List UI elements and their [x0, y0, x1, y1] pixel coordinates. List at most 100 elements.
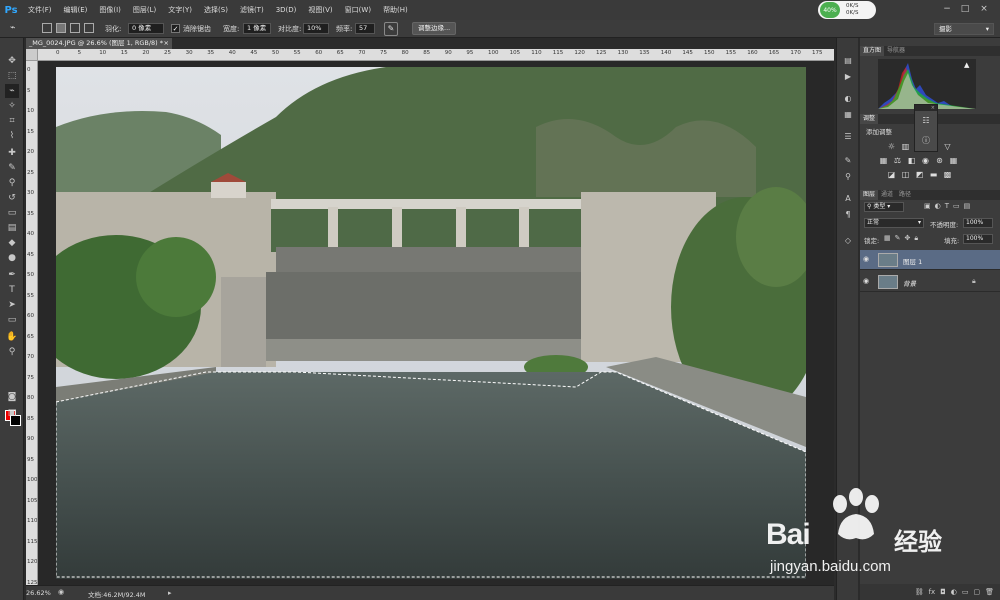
tab-layers[interactable]: 图层: [860, 190, 879, 200]
menu-type[interactable]: 文字(Y): [162, 0, 198, 20]
layer-style-icon[interactable]: fx: [929, 588, 936, 596]
blend-mode-select[interactable]: 正常 ▾: [864, 218, 924, 228]
new-layer-icon[interactable]: ▢: [973, 588, 980, 596]
zoom-tool-icon[interactable]: ⚲: [5, 345, 19, 359]
lock-transparency-icon[interactable]: ▦: [884, 234, 891, 243]
intersect-selection-icon[interactable]: [84, 23, 94, 33]
feather-input[interactable]: 0 像素: [128, 23, 164, 34]
menu-file[interactable]: 文件(F): [22, 0, 58, 20]
shape-filter-icon[interactable]: ▭: [953, 202, 960, 210]
new-selection-icon[interactable]: [42, 23, 52, 33]
canvas-area[interactable]: [38, 61, 834, 585]
add-mask-icon[interactable]: ◘: [940, 588, 946, 596]
eye-icon[interactable]: ◉: [863, 277, 869, 285]
ruler-origin[interactable]: [26, 49, 38, 61]
brush-panel-icon[interactable]: ✎: [841, 154, 855, 168]
actions-panel-icon[interactable]: ▶: [841, 70, 855, 84]
screen-mode-icon[interactable]: ▣: [5, 406, 19, 420]
lasso-tool-icon[interactable]: ⌁: [5, 84, 19, 98]
width-input[interactable]: 1 像素: [243, 23, 271, 34]
status-arrow-icon[interactable]: ▸: [168, 589, 172, 597]
selective-color-icon[interactable]: ▩: [942, 170, 953, 180]
hand-tool-icon[interactable]: ✋: [5, 330, 19, 344]
channel-mixer-icon[interactable]: ⊛: [934, 156, 945, 166]
kind-filter-select[interactable]: ⚲ 类型 ▾: [864, 202, 904, 212]
paragraph-panel-icon[interactable]: ¶: [841, 208, 855, 222]
delete-layer-icon[interactable]: 🗑︎: [985, 588, 994, 596]
color-panel-icon[interactable]: ◐: [841, 92, 855, 106]
shape-tool-icon[interactable]: ▭: [5, 313, 19, 327]
eraser-tool-icon[interactable]: ▭: [5, 206, 19, 220]
lock-pixels-icon[interactable]: ✎: [895, 234, 901, 243]
color-balance-icon[interactable]: ⚖: [892, 156, 903, 166]
tab-adjustments[interactable]: 调整: [860, 114, 879, 124]
threshold-icon[interactable]: ◩: [914, 170, 925, 180]
properties-icon[interactable]: ☷: [915, 111, 937, 131]
clone-source-icon[interactable]: ⚲: [841, 170, 855, 184]
minimize-icon[interactable]: −: [940, 2, 954, 16]
new-group-icon[interactable]: ▭: [962, 588, 969, 596]
type-tool-icon[interactable]: T: [5, 283, 19, 297]
path-select-tool-icon[interactable]: ➤: [5, 298, 19, 312]
info-icon[interactable]: ⓘ: [915, 131, 937, 151]
status-menu-icon[interactable]: ◉: [58, 588, 64, 596]
tab-paths[interactable]: 路径: [896, 190, 914, 200]
maximize-icon[interactable]: □: [958, 2, 972, 16]
layer-row-layer1[interactable]: ◉ 图层 1: [860, 250, 1000, 270]
adjustment-filter-icon[interactable]: ◐: [935, 202, 941, 210]
levels-icon[interactable]: ▥: [900, 142, 911, 152]
brightness-icon[interactable]: ☼: [886, 142, 897, 152]
tab-channels[interactable]: 通道: [878, 190, 896, 200]
vibrance-icon[interactable]: ▽: [942, 142, 953, 152]
dodge-tool-icon[interactable]: ●: [5, 251, 19, 265]
tab-histogram[interactable]: 直方图: [860, 46, 885, 56]
quick-mask-icon[interactable]: ◙: [5, 390, 19, 404]
menu-view[interactable]: 视图(V): [302, 0, 338, 20]
close-icon[interactable]: ×: [977, 2, 991, 16]
invert-icon[interactable]: ◪: [886, 170, 897, 180]
workspace-select[interactable]: 摄影 ▾: [934, 23, 994, 35]
photo-filter-icon[interactable]: ◉: [920, 156, 931, 166]
gradient-tool-icon[interactable]: ▤: [5, 221, 19, 235]
menu-image[interactable]: 图像(I): [93, 0, 127, 20]
blur-tool-icon[interactable]: ◆: [5, 236, 19, 250]
lock-all-icon[interactable]: 🔒︎: [914, 234, 918, 243]
close-tab-icon[interactable]: ×: [164, 38, 169, 49]
marquee-tool-icon[interactable]: ⬚: [5, 69, 19, 83]
swatches-panel-icon[interactable]: ▦: [841, 108, 855, 122]
frequency-input[interactable]: 57: [355, 23, 375, 34]
eyedropper-tool-icon[interactable]: ⌇: [5, 129, 19, 143]
lock-position-icon[interactable]: ✥: [905, 234, 911, 243]
color-lookup-icon[interactable]: ▦: [948, 156, 959, 166]
tab-navigator[interactable]: 导航器: [884, 46, 908, 56]
3d-panel-icon[interactable]: ◇: [841, 234, 855, 248]
properties-panel-icon[interactable]: ☰: [841, 130, 855, 144]
refine-edge-button[interactable]: 调整边缘...: [412, 22, 457, 35]
black-white-icon[interactable]: ◧: [906, 156, 917, 166]
menu-layer[interactable]: 图层(L): [127, 0, 162, 20]
menu-filter[interactable]: 滤镜(T): [234, 0, 270, 20]
crop-tool-icon[interactable]: ⌗: [5, 114, 19, 128]
layer-row-background[interactable]: ◉ 背景 🔒︎: [860, 272, 1000, 292]
subtract-selection-icon[interactable]: [70, 23, 80, 33]
history-panel-icon[interactable]: ▤: [841, 54, 855, 68]
posterize-icon[interactable]: ◫: [900, 170, 911, 180]
brush-tool-icon[interactable]: ✎: [5, 161, 19, 175]
menu-3d[interactable]: 3D(D): [270, 0, 303, 20]
opacity-input[interactable]: 100%: [963, 218, 993, 228]
history-brush-tool-icon[interactable]: ↺: [5, 191, 19, 205]
antialias-checkbox[interactable]: ✓: [171, 24, 180, 33]
histogram-warning-icon[interactable]: ▲: [964, 61, 969, 69]
link-layers-icon[interactable]: ⛓︎: [915, 588, 924, 596]
hue-saturation-icon[interactable]: ▦: [878, 156, 889, 166]
fill-input[interactable]: 100%: [963, 234, 993, 244]
move-tool-icon[interactable]: ✥: [5, 54, 19, 68]
menu-select[interactable]: 选择(S): [198, 0, 234, 20]
tablet-pressure-icon[interactable]: ✎: [384, 22, 398, 36]
pixel-filter-icon[interactable]: ▣: [924, 202, 931, 210]
menu-edit[interactable]: 编辑(E): [58, 0, 94, 20]
smart-filter-icon[interactable]: ▤: [964, 202, 971, 210]
quick-select-tool-icon[interactable]: ✧: [5, 99, 19, 113]
eye-icon[interactable]: ◉: [863, 255, 869, 263]
character-panel-icon[interactable]: A: [841, 192, 855, 206]
